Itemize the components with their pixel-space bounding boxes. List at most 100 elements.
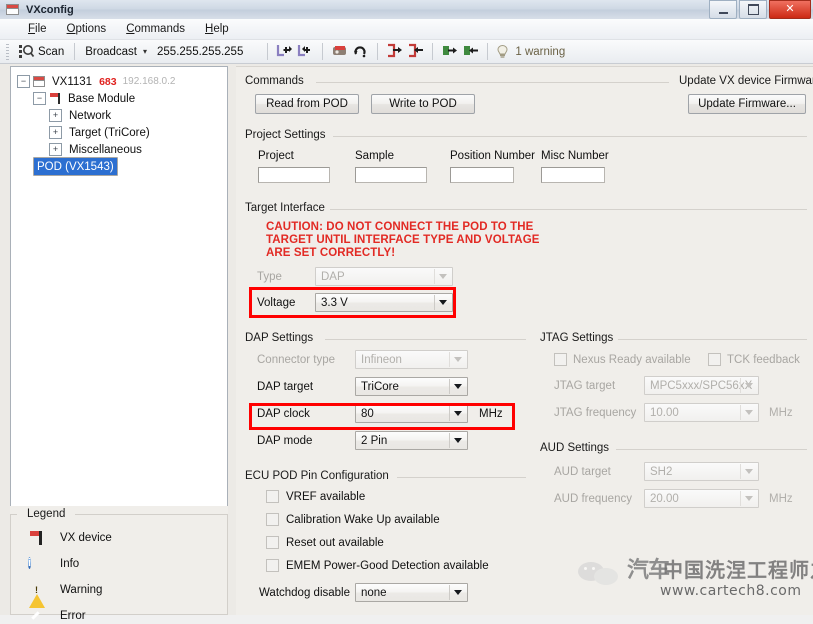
firmware-group: Update VX device Firmware Update Firmwar… xyxy=(679,75,813,123)
tree-item-target[interactable]: + Target (TriCore) xyxy=(17,124,227,141)
chevron-down-icon xyxy=(434,269,451,284)
device-tree: − VX1131 683 192.168.0.2 − Base Module +… xyxy=(11,67,227,176)
menu-help[interactable]: Help xyxy=(195,21,239,37)
tree-ip-root: 192.168.0.2 xyxy=(122,76,176,87)
chevron-down-icon xyxy=(740,378,757,393)
calibration-wakeup-checkbox[interactable] xyxy=(266,513,279,526)
firmware-group-title: Update VX device Firmware xyxy=(679,75,813,87)
jtag-frequency-unit: MHz xyxy=(769,407,793,419)
aud-settings-title: AUD Settings xyxy=(540,442,615,454)
vref-available-checkbox[interactable] xyxy=(266,490,279,503)
menu-options[interactable]: Options xyxy=(57,21,117,37)
wechat-icon xyxy=(578,556,624,585)
target-interface-title: Target Interface xyxy=(245,202,330,214)
project-input[interactable] xyxy=(258,167,330,183)
scan-icon xyxy=(18,43,35,60)
connector-type-value: Infineon xyxy=(361,353,402,366)
warning-status[interactable]: 1 warning xyxy=(494,43,565,60)
scan-label: Scan xyxy=(38,45,65,58)
voltage-dropdown[interactable]: 3.3 V xyxy=(315,293,453,312)
device-tree-panel[interactable]: − VX1131 683 192.168.0.2 − Base Module +… xyxy=(10,66,228,510)
info-icon: i xyxy=(28,556,46,572)
target-interface-group: Target Interface CAUTION: DO NOT CONNECT… xyxy=(245,202,807,322)
write-config-icon[interactable] xyxy=(297,43,314,60)
commands-group: Commands Read from POD Write to POD xyxy=(245,75,669,123)
tree-expander-target[interactable]: + xyxy=(49,126,62,139)
toolbar: Scan Broadcast ▾ 255.255.255.255 1 warni… xyxy=(0,40,813,64)
tree-item-base-module[interactable]: − Base Module xyxy=(17,90,227,107)
tree-label-pod: POD (VX1543) xyxy=(33,157,118,176)
toolbar-separator-4 xyxy=(377,43,379,60)
dap-target-dropdown[interactable]: TriCore xyxy=(355,377,468,396)
warning-triangle-icon xyxy=(28,582,46,608)
export-out-icon[interactable] xyxy=(386,43,403,60)
maximize-button[interactable] xyxy=(739,0,767,19)
chevron-down-icon[interactable] xyxy=(449,585,466,600)
emem-power-good-checkbox[interactable] xyxy=(266,559,279,572)
tree-expander-root[interactable]: − xyxy=(17,75,30,88)
legend-item-vx-device: VX device xyxy=(28,530,112,546)
tree-item-miscellaneous[interactable]: + Miscellaneous xyxy=(17,141,227,158)
erase-icon[interactable] xyxy=(331,43,348,60)
jtag-settings-group: JTAG Settings Nexus Ready available TCK … xyxy=(540,332,807,436)
info-glyph: i xyxy=(28,557,32,569)
project-label: Project xyxy=(258,150,294,162)
menu-file-label: ile xyxy=(35,23,47,35)
pod-settings-panel: Commands Read from POD Write to POD Upda… xyxy=(236,66,813,615)
chevron-down-icon xyxy=(449,352,466,367)
chevron-down-icon xyxy=(740,405,757,420)
close-button[interactable]: ✕ xyxy=(769,0,811,19)
warning-count-label: 1 warning xyxy=(515,45,566,58)
misc-number-input[interactable] xyxy=(541,167,605,183)
toolbar-separator-6 xyxy=(487,43,489,60)
dap-clock-dropdown[interactable]: 80 xyxy=(355,404,468,423)
caution-line-3: ARE SET CORRECTLY! xyxy=(266,247,396,259)
toolbar-separator-5 xyxy=(432,43,434,60)
jtag-target-dropdown: MPC5xxx/SPC56xX xyxy=(644,376,759,395)
toolbar-grip[interactable] xyxy=(6,43,9,60)
aud-frequency-unit: MHz xyxy=(769,493,793,505)
broadcast-dropdown[interactable]: Broadcast ▾ xyxy=(81,45,151,59)
nexus-ready-checkbox xyxy=(554,353,567,366)
tree-expander-base-module[interactable]: − xyxy=(33,92,46,105)
upload-green-icon[interactable] xyxy=(441,43,458,60)
read-from-pod-button[interactable]: Read from POD xyxy=(255,94,359,114)
chevron-down-icon[interactable] xyxy=(449,379,466,394)
chevron-down-icon[interactable] xyxy=(449,433,466,448)
tck-feedback-checkbox xyxy=(708,353,721,366)
position-number-input[interactable] xyxy=(450,167,514,183)
chevron-down-icon[interactable] xyxy=(434,295,451,310)
chevron-down-icon xyxy=(740,464,757,479)
import-in-icon[interactable] xyxy=(407,43,424,60)
type-label: Type xyxy=(257,271,282,283)
aud-settings-group: AUD Settings AUD target SH2 AUD frequenc… xyxy=(540,442,807,520)
tree-item-vx1131[interactable]: − VX1131 683 192.168.0.2 xyxy=(17,73,227,90)
download-green-icon[interactable] xyxy=(462,43,479,60)
watchdog-disable-dropdown[interactable]: none xyxy=(355,583,468,602)
sample-input[interactable] xyxy=(355,167,427,183)
reset-icon[interactable] xyxy=(352,43,369,60)
aud-frequency-label: AUD frequency xyxy=(554,493,632,505)
chevron-down-icon: ▾ xyxy=(143,47,148,56)
dap-mode-dropdown[interactable]: 2 Pin xyxy=(355,431,468,450)
tck-feedback-label: TCK feedback xyxy=(727,354,800,366)
minimize-button[interactable] xyxy=(709,0,737,19)
close-icon: ✕ xyxy=(785,3,795,15)
tree-item-network[interactable]: + Network xyxy=(17,107,227,124)
menu-file[interactable]: File xyxy=(18,21,57,37)
tree-expander-miscellaneous[interactable]: + xyxy=(49,143,62,156)
reset-out-checkbox[interactable] xyxy=(266,536,279,549)
tree-label-base-module: Base Module xyxy=(68,92,136,105)
jtag-settings-title: JTAG Settings xyxy=(540,332,619,344)
tree-item-pod[interactable]: POD (VX1543) xyxy=(17,157,227,176)
write-to-pod-button[interactable]: Write to POD xyxy=(371,94,475,114)
read-config-icon[interactable] xyxy=(276,43,293,60)
update-firmware-button[interactable]: Update Firmware... xyxy=(688,94,806,114)
legend-item-info: i Info xyxy=(28,556,79,572)
scan-button[interactable]: Scan xyxy=(14,42,68,61)
flag-icon xyxy=(49,92,64,105)
chevron-down-icon[interactable] xyxy=(449,406,466,421)
menu-commands[interactable]: Commands xyxy=(116,21,195,37)
tree-expander-network[interactable]: + xyxy=(49,109,62,122)
aud-frequency-dropdown: 20.00 xyxy=(644,489,759,508)
